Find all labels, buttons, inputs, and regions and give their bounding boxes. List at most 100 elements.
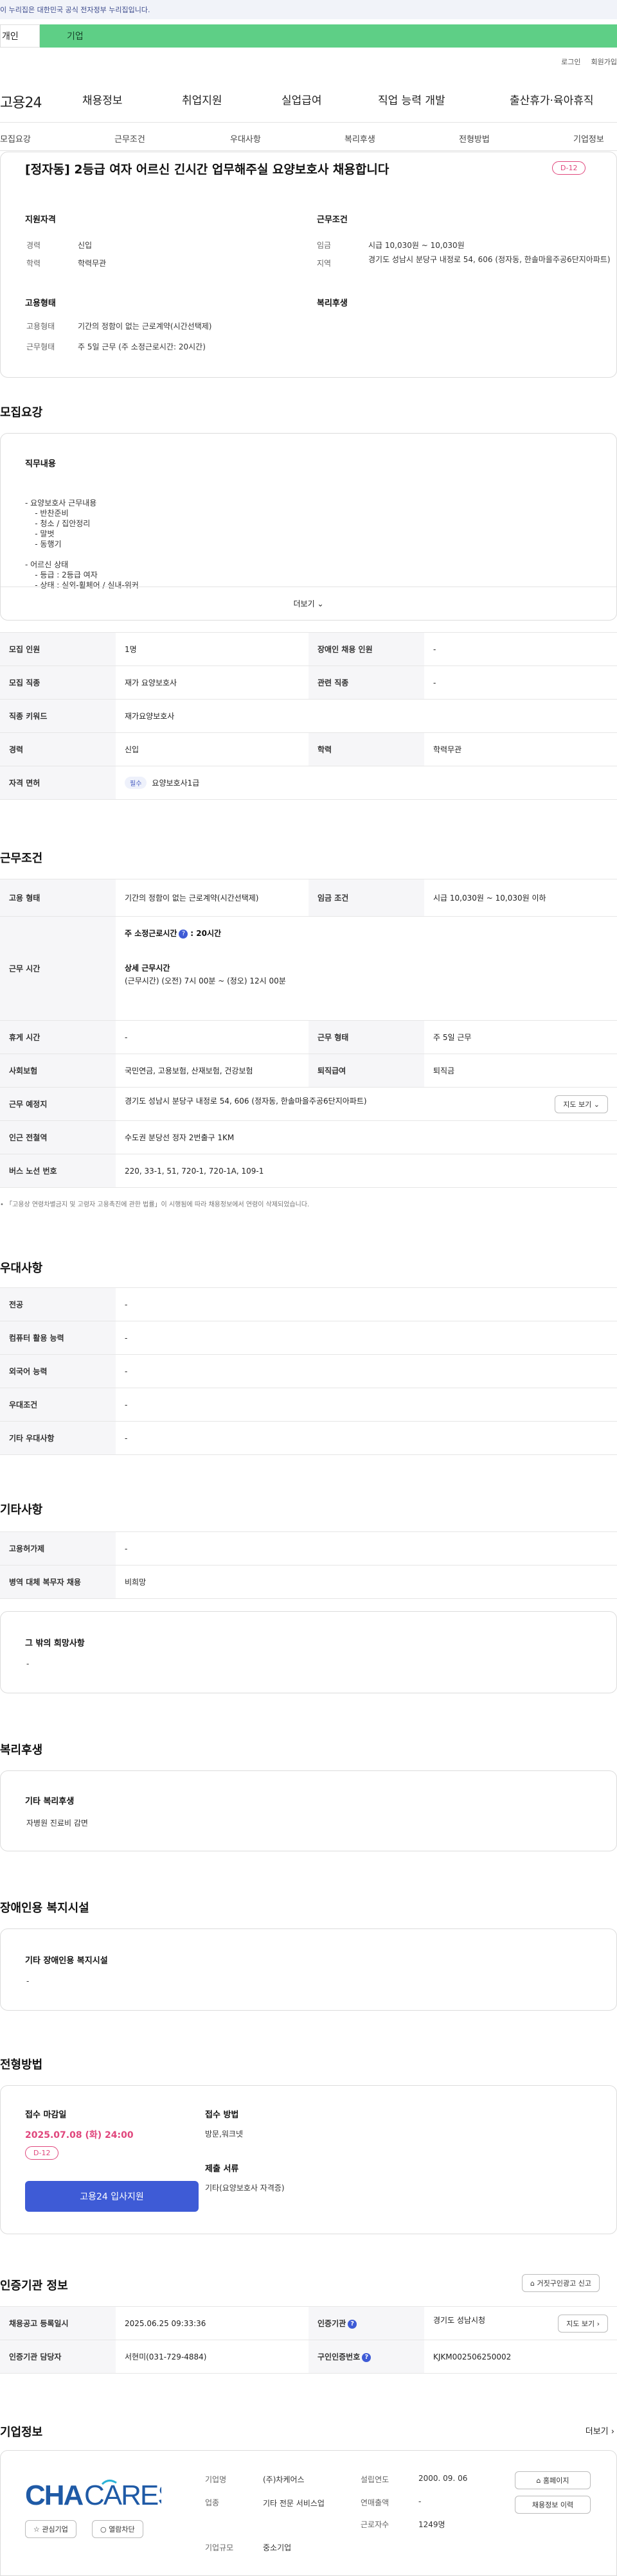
disabled-item-value: - xyxy=(26,1977,30,1986)
wage-value: 시급 10,030원 ~ 10,030원 xyxy=(368,241,465,250)
place-value: 경기도 성남시 분당구 내정로 54, 606 (정자동, 한솔마을주공6단지아… xyxy=(125,1096,367,1106)
education-value: 학력무관 xyxy=(78,259,107,268)
job-content-title: 직무내용 xyxy=(25,459,56,469)
detail-hours-label: 상세 근무시간 xyxy=(125,964,170,973)
table-row: 전공 - xyxy=(0,1287,617,1321)
help-icon[interactable]: ? xyxy=(179,929,188,939)
anchor-selection[interactable]: 전형방법 xyxy=(459,132,490,145)
company-more-link[interactable]: 더보기 › xyxy=(586,2424,614,2437)
size-label: 기업규모 xyxy=(205,2543,234,2552)
age-notice: • 「고용상 연령차별금지 및 고령자 고용촉진에 관한 법률」이 시행됨에 따… xyxy=(0,1201,310,1208)
deadline-label: 접수 마감일 xyxy=(25,2110,67,2120)
cell-header: 컴퓨터 활용 능력 xyxy=(0,1321,116,1355)
anchor-tabs: 모집요강 근무조건 우대사항 복리후생 전형방법 기업정보 xyxy=(0,132,617,145)
gnb-vocational-training[interactable]: 직업 능력 개발 xyxy=(378,91,510,107)
week-hours-value: : 20시간 xyxy=(190,929,222,938)
section-welfare-title: 복리후생 xyxy=(0,1743,43,1757)
cell-value: 비희망 xyxy=(116,1565,617,1599)
cell-value: 필수 요양보호사1급 xyxy=(116,766,617,800)
help-icon[interactable]: ? xyxy=(348,2319,357,2329)
cell-value: - xyxy=(424,666,617,700)
tab-business-label: 기업 xyxy=(67,31,84,42)
signup-link[interactable]: 회원가입 xyxy=(591,57,617,67)
login-link[interactable]: 로그인 xyxy=(561,57,580,67)
divider xyxy=(0,122,617,123)
anchor-preference[interactable]: 우대사항 xyxy=(230,132,261,145)
homepage-button[interactable]: ⌂ 홈페이지 xyxy=(515,2471,591,2489)
cell-header: 인증기관 담당자 xyxy=(0,2340,116,2374)
cell-header: 관련 직종 xyxy=(308,666,424,700)
sales-label: 연매출액 xyxy=(361,2498,389,2507)
gov-banner: 이 누리집은 대한민국 공식 전자정부 누리집입니다. xyxy=(0,0,617,19)
region-label: 지역 xyxy=(317,259,332,268)
career-value: 신입 xyxy=(78,241,93,250)
welfare-item-value: 자병원 진료비 감면 xyxy=(26,1819,88,1828)
table-row: 고용허가제 - xyxy=(0,1531,617,1566)
recruit-table: 모집 인원 1명 장애인 채용 인원 - 모집 직종 재가 요양보호사 관련 직종 - … xyxy=(0,632,617,800)
dday-badge: D-12 xyxy=(552,161,586,175)
interest-company-button[interactable]: ☆ 관심기업 xyxy=(25,2520,76,2538)
util-links: 로그인 회원가입 xyxy=(561,57,617,67)
help-icon[interactable]: ? xyxy=(362,2352,371,2362)
employment-type-title: 고용형태 xyxy=(25,299,56,308)
cell-header: 고용 형태 xyxy=(0,879,116,917)
cell-value: - xyxy=(116,1321,617,1355)
selection-card: 접수 마감일 2025.07.08 (화) 24:00 D-12 고용24 입사… xyxy=(0,2085,617,2234)
conditions-table: 고용 형태 기간의 정함이 없는 근로계약(시간선택제) 임금 조건 시급 10,0… xyxy=(0,879,617,1188)
map-button[interactable]: 지도 보기 ⌄ xyxy=(555,1095,608,1113)
other-wish-card: 그 밖의 희망사항 - xyxy=(0,1611,617,1693)
table-row: 자격 면허 필수 요양보호사1급 xyxy=(0,766,617,800)
cell-header: 경력 xyxy=(0,732,116,766)
cert-map-button[interactable]: 지도 보기 › xyxy=(558,2314,608,2333)
industry-label: 업종 xyxy=(205,2498,220,2507)
tab-business[interactable]: 기업 xyxy=(40,24,617,48)
site-logo[interactable]: 고용24 xyxy=(0,91,42,112)
table-row: 인증기관 담당자 서현미(031-729-4884) 구인인증번호? KJKM00… xyxy=(0,2340,617,2374)
summary-card: [정자동] 2등급 여자 어르신 긴시간 업무해주실 요양보호사 채용합니다 D… xyxy=(0,152,617,378)
anchor-recruit[interactable]: 모집요강 xyxy=(0,132,31,145)
cell-value: - xyxy=(116,1020,308,1054)
table-row: 기타 우대사항 - xyxy=(0,1421,617,1455)
cell-header: 퇴직급여 xyxy=(308,1054,424,1088)
cell-value: - xyxy=(116,1531,617,1566)
gnb-parental-leave[interactable]: 출산휴가·육아휴직 xyxy=(510,91,594,107)
company-name-value: (주)차케어스 xyxy=(263,2475,305,2484)
anchor-welfare[interactable]: 복리후생 xyxy=(344,132,375,145)
qualification-title: 지원자격 xyxy=(25,215,56,225)
cell-value: 주 5일 근무 xyxy=(424,1020,617,1054)
tab-personal-label: 개인 xyxy=(2,31,19,42)
anchor-company[interactable]: 기업정보 xyxy=(573,132,604,145)
cell-value: KJKM002506250002 xyxy=(424,2340,617,2374)
report-button[interactable]: ⌂ 거짓구인광고 신고 xyxy=(522,2274,600,2292)
education-label: 학력 xyxy=(26,259,41,268)
anchor-conditions[interactable]: 근무조건 xyxy=(114,132,145,145)
apply-button[interactable]: 고용24 입사지원 xyxy=(25,2181,199,2212)
job-history-button[interactable]: 채용정보 이력 xyxy=(515,2496,591,2514)
cell-value: 2025.06.25 09:33:36 xyxy=(116,2306,308,2340)
gnb-employment-support[interactable]: 취업지원 xyxy=(182,91,282,107)
cell-header: 모집 인원 xyxy=(0,632,116,666)
cell-header: 인근 전철역 xyxy=(0,1120,116,1154)
cell-value: - xyxy=(116,1354,617,1388)
method-value: 방문,워크넷 xyxy=(205,2130,244,2139)
cell-value: 1명 xyxy=(116,632,308,666)
more-button[interactable]: 더보기 ⌄ xyxy=(1,598,616,609)
cell-value: 시급 10,030원 ~ 10,030원 이하 xyxy=(424,879,617,917)
section-preference-title: 우대사항 xyxy=(0,1262,43,1275)
gnb-unemployment-benefit[interactable]: 실업급여 xyxy=(282,91,378,107)
cell-header: 인증기관? xyxy=(308,2306,424,2340)
cell-header: 병역 대체 복무자 채용 xyxy=(0,1565,116,1599)
home-icon: ⌂ xyxy=(530,2279,535,2288)
section-cert-title: 인증기관 정보 xyxy=(0,2279,68,2293)
gnb-jobs[interactable]: 채용정보 xyxy=(82,91,182,107)
employees-label: 근로자수 xyxy=(361,2520,389,2529)
welfare-item-title: 기타 복리후생 xyxy=(25,1797,75,1806)
block-company-button[interactable]: ○ 열람차단 xyxy=(92,2520,143,2538)
section-recruit-title: 모집요강 xyxy=(0,406,43,419)
tab-personal[interactable]: 개인 xyxy=(0,24,40,48)
table-row: 근무 예정지 경기도 성남시 분당구 내정로 54, 606 (정자동, 한솔마… xyxy=(0,1087,617,1121)
week-hours-label: 주 소정근로시간 xyxy=(125,929,177,938)
cell-header: 학력 xyxy=(308,732,424,766)
industry-value: 기타 전문 서비스업 xyxy=(263,2499,325,2508)
cell-value: - xyxy=(116,1287,617,1321)
